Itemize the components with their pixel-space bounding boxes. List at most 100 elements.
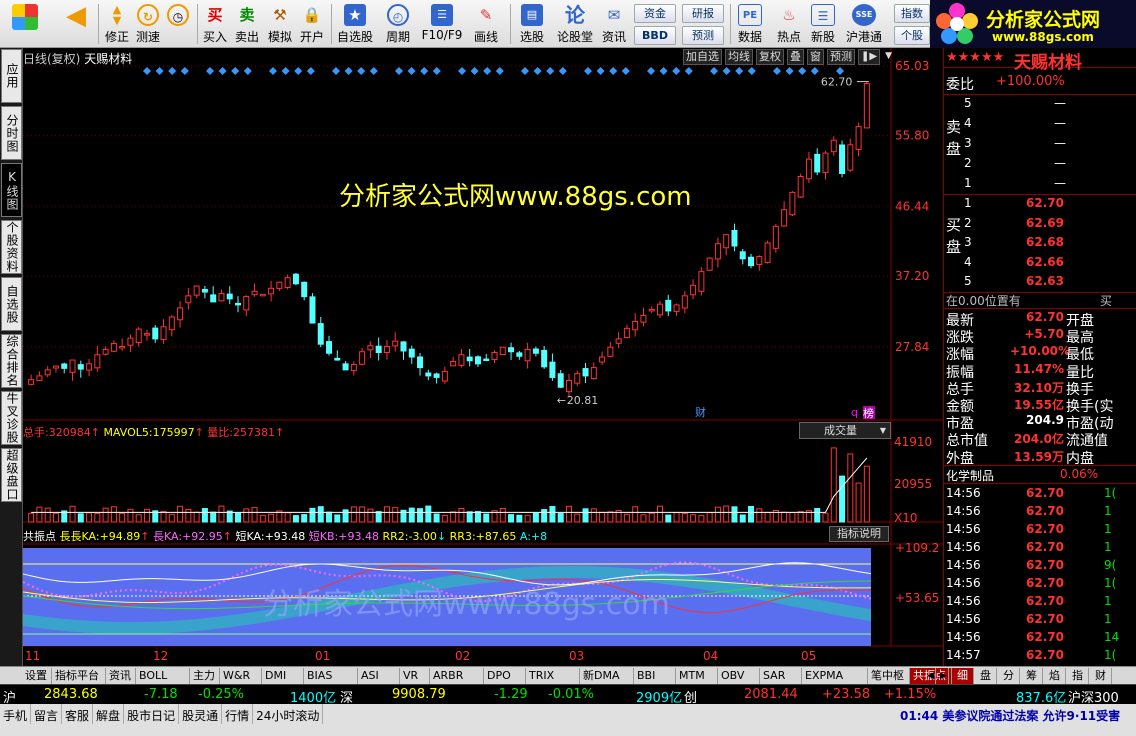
bottom-tab-5[interactable]: W&R (220, 668, 262, 684)
quote-value-1: +5.70 (1024, 327, 1064, 342)
right-tab-0[interactable]: 细 (952, 668, 974, 684)
bottom-tab-11[interactable]: DPO (484, 668, 526, 684)
left-tab-6[interactable]: 牛叉诊股 (1, 391, 22, 445)
left-tab-0[interactable]: 应用 (1, 49, 22, 103)
new-stock-button[interactable]: ☰ 新股 (808, 2, 838, 46)
status-tab-1[interactable]: 留言 (31, 704, 63, 724)
news-ticker[interactable]: 01:44 美参议院通过法案 允许9·11受害 (900, 707, 1120, 724)
hot-button[interactable]: ♨ 热点 (772, 2, 806, 46)
bottom-tab-17[interactable]: SAR (760, 668, 802, 684)
play-icon[interactable]: ❚▶ (858, 49, 881, 65)
report-button[interactable]: 研报 (682, 4, 724, 23)
chevron-down-icon[interactable]: ▼ (883, 49, 894, 65)
forum-button[interactable]: 论 论股堂 (555, 2, 595, 46)
chart-top-button-3[interactable]: 叠 (787, 49, 804, 65)
volume-bar (574, 513, 581, 523)
sector-name[interactable]: 化学制品 (946, 467, 994, 484)
volume-bar (863, 465, 870, 523)
candle (623, 327, 630, 339)
fund-button[interactable]: 资金 (634, 4, 676, 23)
left-tab-4[interactable]: 自选股 (1, 277, 22, 331)
scroll-left-icon[interactable]: ◀ (924, 668, 936, 684)
left-tab-3[interactable]: 个股资料 (1, 220, 22, 274)
draw-button[interactable]: ✎ 画线 (466, 2, 506, 46)
right-tab-1[interactable]: 盘 (975, 668, 997, 684)
right-tab-6[interactable]: 财 (1090, 668, 1112, 684)
watchlist-button[interactable]: ★ 自选股 (333, 2, 377, 46)
chart-top-button-5[interactable]: 预测 (827, 49, 855, 65)
bottom-tab-14[interactable]: BBI (634, 668, 676, 684)
simulate-button[interactable]: ⚒ 模拟 (265, 2, 295, 46)
volume-select[interactable]: 成交量 ▼ (799, 422, 891, 439)
indicator-item-4-label: RR2: (382, 530, 409, 543)
bottom-tab-12[interactable]: TRIX (526, 668, 580, 684)
candle (822, 152, 829, 173)
candle (292, 273, 299, 285)
price-tick-2: 46.44 (895, 199, 929, 213)
chart-top-button-0[interactable]: 加自选 (683, 49, 722, 65)
screen-button[interactable]: ▤ 选股 (512, 2, 552, 46)
candle (52, 365, 59, 369)
status-tab-2[interactable]: 客服 (62, 704, 94, 724)
q-marker[interactable]: q (851, 406, 858, 419)
bottom-tab-19[interactable]: 笔中枢 (868, 668, 910, 684)
bottom-tab-15[interactable]: MTM (676, 668, 718, 684)
bottom-tab-1[interactable]: 指标平台 (52, 668, 106, 684)
left-tab-7[interactable]: 超级盘口 (1, 448, 22, 502)
status-tab-5[interactable]: 股灵通 (179, 704, 223, 724)
finance-marker[interactable]: 财 (695, 405, 706, 419)
left-tab-kline[interactable]: K线图 (1, 163, 22, 217)
bottom-tab-9[interactable]: VR (400, 668, 430, 684)
bbd-button[interactable]: BBD (634, 26, 676, 45)
bottom-tab-7[interactable]: BIAS (304, 668, 358, 684)
status-tab-4[interactable]: 股市日记 (124, 704, 180, 724)
bottom-tab-8[interactable]: ASI (358, 668, 400, 684)
back-button[interactable]: ◀ (58, 2, 94, 46)
scroll-right-icon[interactable]: ▶ (937, 668, 949, 684)
bottom-tab-0[interactable]: 设置 (22, 668, 52, 684)
bottom-tab-18[interactable]: EXPMA (802, 668, 868, 684)
index-button[interactable]: 指数 (894, 4, 930, 23)
hk-connect-button[interactable]: SSE 沪港通 (842, 2, 886, 46)
chart-top-button-4[interactable]: 窗 (807, 49, 824, 65)
clock-button[interactable]: ◷ (164, 2, 192, 46)
f10-button[interactable]: ☰ F10/F9 (420, 2, 464, 46)
sell-button[interactable]: 卖 卖出 (232, 2, 262, 46)
indicator-help-button[interactable]: 指标说明 (829, 526, 889, 542)
status-tab-0[interactable]: 手机 (0, 704, 32, 724)
bottom-tab-3[interactable]: BOLL (136, 668, 190, 684)
candle (847, 144, 854, 171)
fix-button[interactable]: ▲ ▼ 修正 (102, 2, 132, 46)
news-button[interactable]: ✉ 资讯 (598, 2, 630, 46)
speed-button[interactable]: ↻ 测速 (134, 2, 162, 46)
open-account-button[interactable]: 🔒 开户 (297, 2, 327, 46)
tick-time-3: 14:56 (946, 540, 981, 554)
left-tab-1[interactable]: 分时图 (1, 106, 22, 160)
chart-top-button-2[interactable]: 复权 (756, 49, 784, 65)
forecast-button[interactable]: 预测 (682, 26, 724, 45)
period-button[interactable]: ◴ 周期 (378, 2, 418, 46)
stock-button[interactable]: 个股 (894, 26, 930, 45)
candle (524, 348, 531, 362)
right-tab-3[interactable]: 筹 (1021, 668, 1043, 684)
bottom-tab-10[interactable]: ARBR (430, 668, 484, 684)
right-tab-5[interactable]: 指 (1067, 668, 1089, 684)
status-tab-3[interactable]: 解盘 (93, 704, 125, 724)
bottom-tab-13[interactable]: 新DMA (580, 668, 634, 684)
right-tab-2[interactable]: 分 (998, 668, 1020, 684)
bottom-tab-2[interactable]: 资讯 (106, 668, 136, 684)
bottom-tab-4[interactable]: 主力 (190, 668, 220, 684)
windows-button[interactable] (6, 2, 44, 46)
status-tab-7[interactable]: 24小时滚动 (253, 704, 324, 724)
chart-top-button-1[interactable]: 均线 (725, 49, 753, 65)
bottom-tab-16[interactable]: OBV (718, 668, 760, 684)
buy-button[interactable]: 买 买入 (200, 2, 230, 46)
status-tab-6[interactable]: 行情 (222, 704, 254, 724)
candle (77, 364, 84, 370)
volume-bar (557, 513, 564, 523)
right-tab-4[interactable]: 焰 (1044, 668, 1066, 684)
data-button[interactable]: PE 数据 (734, 2, 766, 46)
bottom-tab-6[interactable]: DMI (262, 668, 304, 684)
left-tab-5[interactable]: 综合排名 (1, 334, 22, 388)
rank-marker[interactable]: 榜 (863, 406, 874, 420)
